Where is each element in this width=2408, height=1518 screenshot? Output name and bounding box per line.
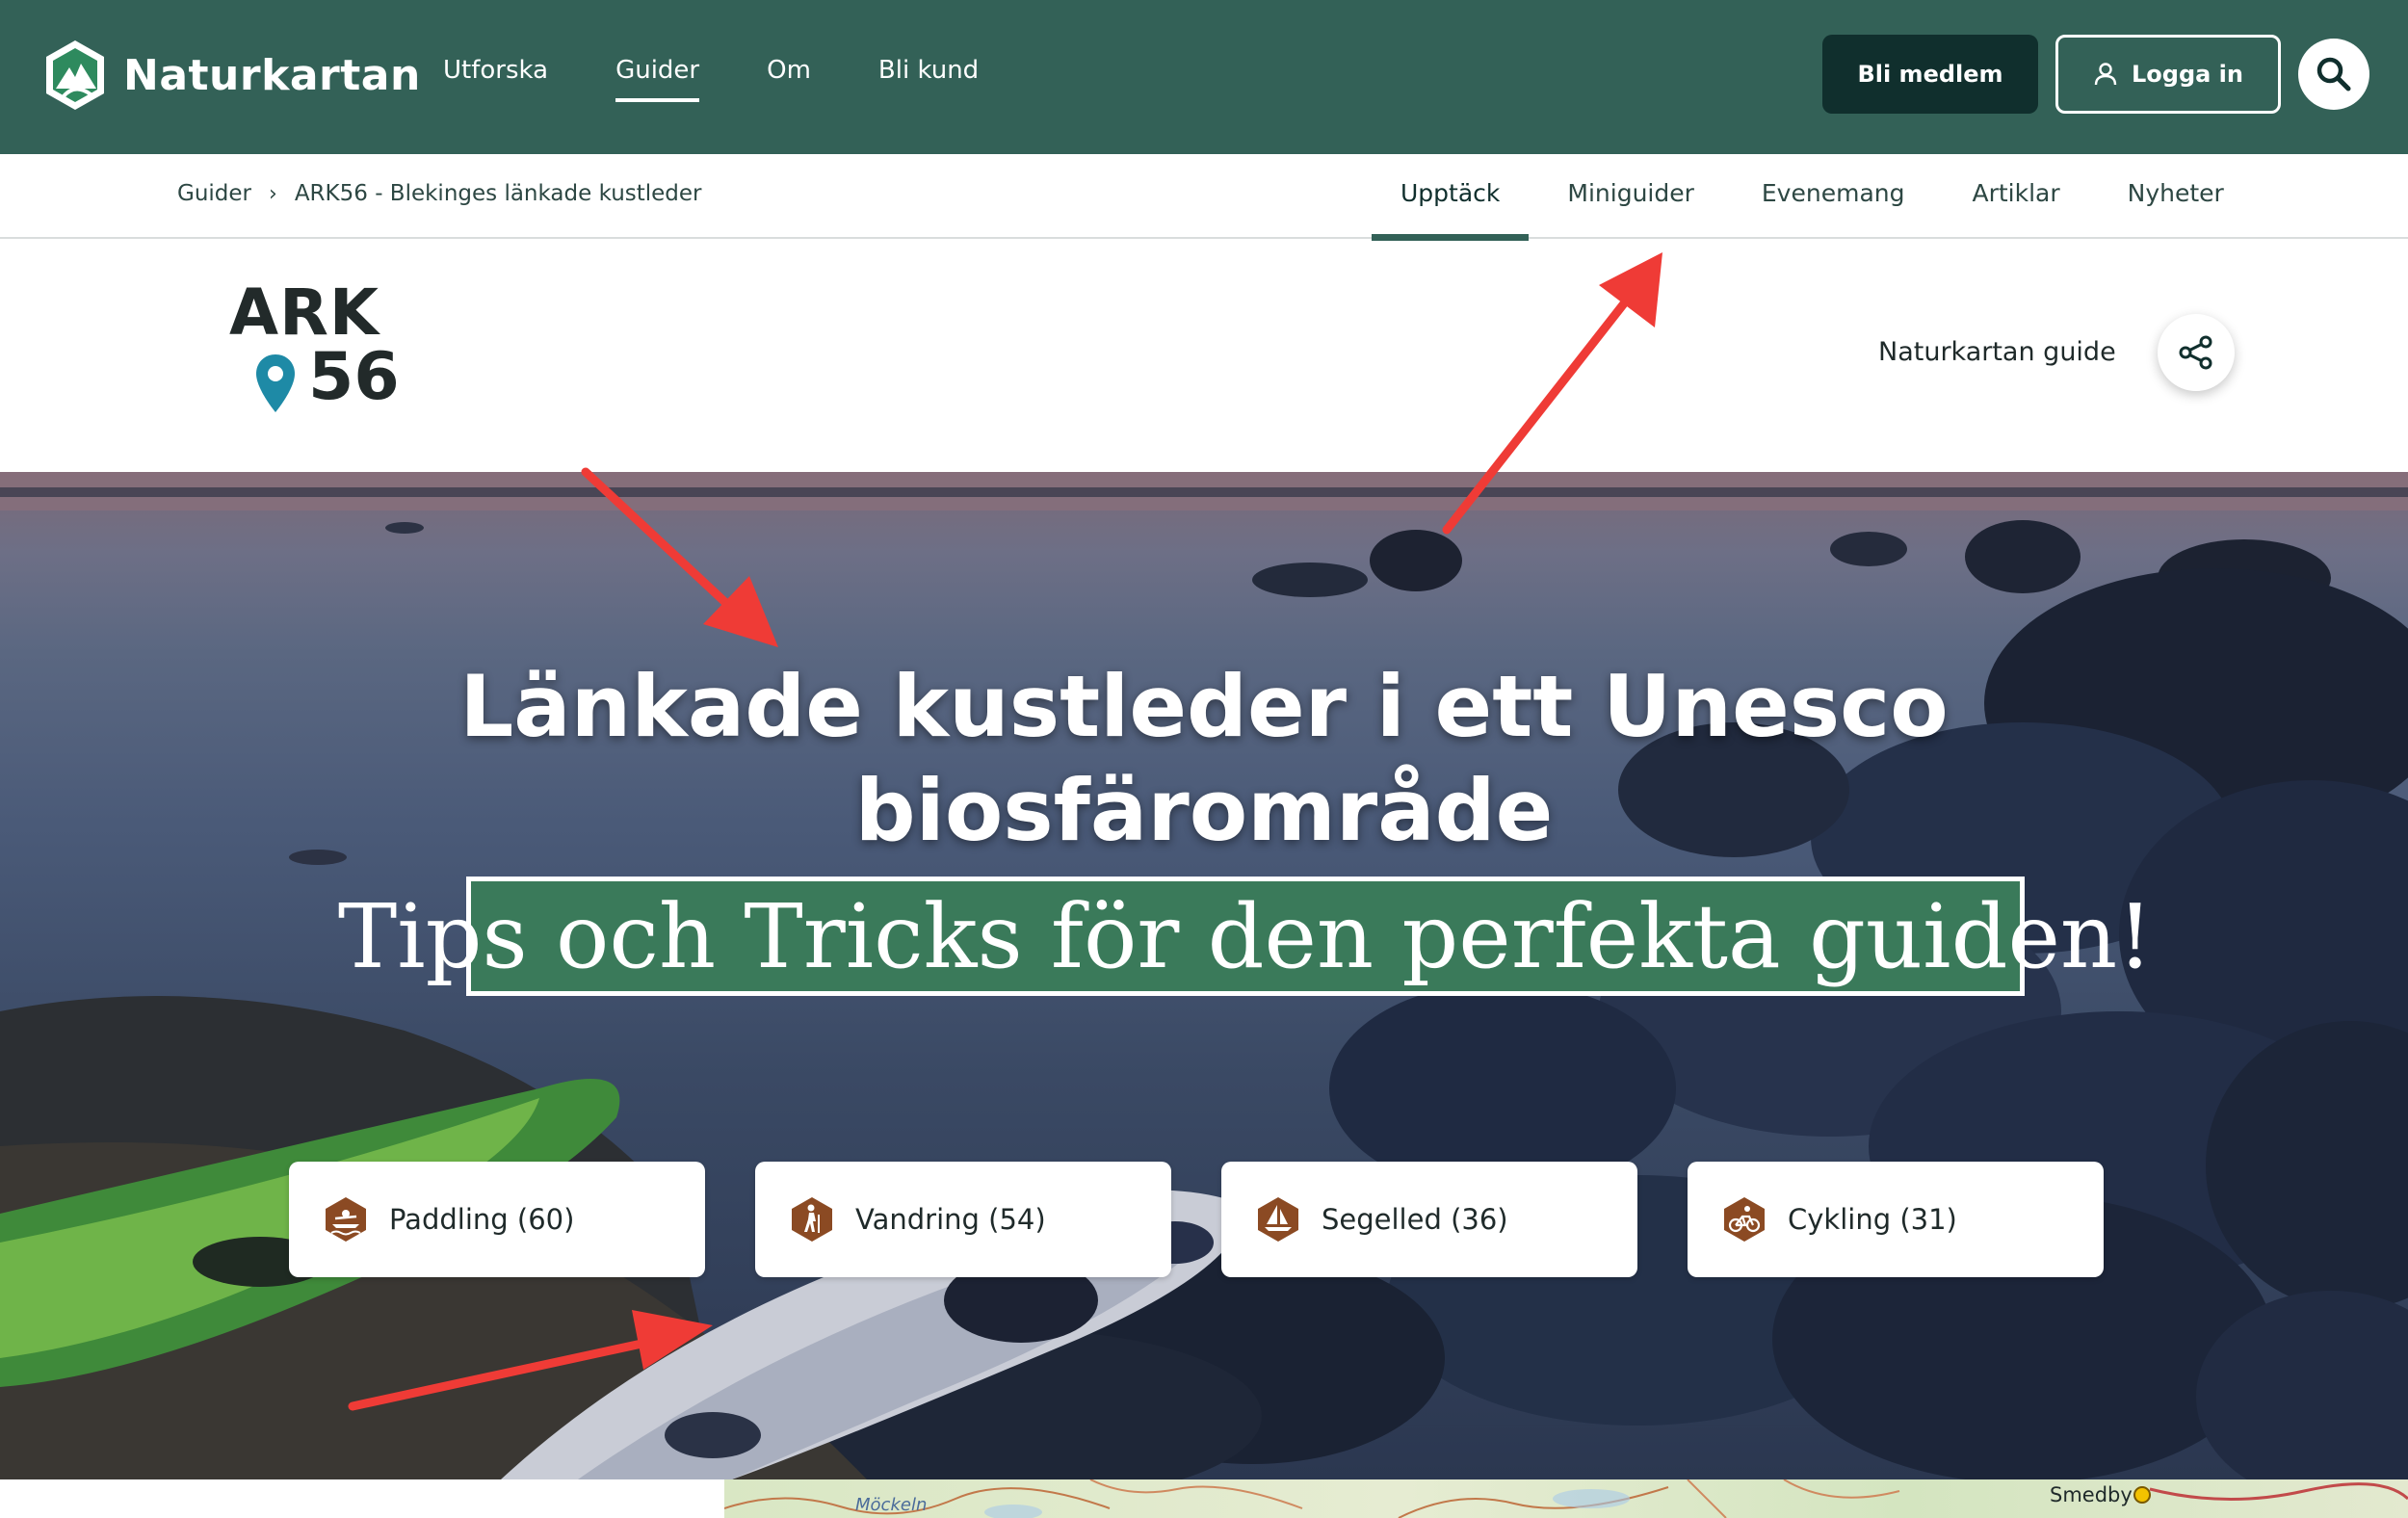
become-member-button[interactable]: Bli medlem bbox=[1822, 35, 2038, 114]
brand-logo-link[interactable]: Naturkartan bbox=[42, 39, 421, 112]
map-roads-graphic bbox=[724, 1479, 2408, 1518]
sailing-icon bbox=[1258, 1197, 1298, 1242]
tab-miniguider[interactable]: Miniguider bbox=[1538, 154, 1723, 239]
breadcrumb-item-current[interactable]: ARK56 - Blekinges länkade kustleder bbox=[295, 181, 702, 206]
activity-hiking-label: Vandring (54) bbox=[855, 1203, 1046, 1236]
activity-cycling-button[interactable]: Cykling (31) bbox=[1688, 1162, 2104, 1277]
ark56-logo-number: 56 bbox=[308, 339, 400, 415]
naturkartan-logo-icon bbox=[46, 40, 104, 110]
top-navigation-bar: Naturkartan Utforska Guider Om Bli kund … bbox=[0, 0, 2408, 154]
tips-banner: Tips och Tricks för den perfekta guiden! bbox=[338, 877, 2153, 996]
tips-banner-text: Tips och Tricks för den perfekta guiden! bbox=[337, 884, 2154, 988]
activity-sailing-label: Segelled (36) bbox=[1322, 1203, 1508, 1236]
sub-navigation-bar: Guider › ARK56 - Blekinges länkade kustl… bbox=[0, 154, 2408, 241]
hero-section: Länkade kustleder i ett Unesco biosfärom… bbox=[0, 472, 2408, 1479]
breadcrumb: Guider › ARK56 - Blekinges länkade kustl… bbox=[177, 181, 702, 206]
login-button-label: Logga in bbox=[2131, 61, 2243, 88]
nav-item-bli-kund[interactable]: Bli kund bbox=[878, 56, 979, 102]
search-button[interactable] bbox=[2298, 39, 2369, 110]
hiking-icon bbox=[792, 1197, 832, 1242]
tab-upptack[interactable]: Upptäck bbox=[1372, 154, 1530, 241]
activity-paddling-label: Paddling (60) bbox=[389, 1203, 575, 1236]
tab-artiklar[interactable]: Artiklar bbox=[1943, 154, 2088, 239]
activity-cycling-label: Cykling (31) bbox=[1788, 1203, 1957, 1236]
map-label-mockeln: Möckeln bbox=[855, 1495, 928, 1515]
ark56-logo[interactable]: ARK 56 bbox=[227, 275, 401, 420]
nav-item-guider[interactable]: Guider bbox=[615, 56, 700, 102]
login-button[interactable]: Logga in bbox=[2055, 35, 2281, 114]
map-label-smedby: Smedby bbox=[2050, 1483, 2133, 1506]
naturkartan-guide-label: Naturkartan guide bbox=[1878, 337, 2116, 367]
main-nav: Utforska Guider Om Bli kund bbox=[443, 56, 1046, 102]
brand-name: Naturkartan bbox=[123, 50, 421, 100]
breadcrumb-item-guider[interactable]: Guider bbox=[177, 181, 251, 206]
share-button[interactable] bbox=[2158, 314, 2235, 391]
activity-hiking-button[interactable]: Vandring (54) bbox=[755, 1162, 1171, 1277]
hero-title-line-1: Länkade kustleder i ett Unesco bbox=[459, 657, 1949, 756]
chevron-right-icon: › bbox=[269, 181, 277, 206]
tab-nyheter[interactable]: Nyheter bbox=[2099, 154, 2253, 239]
hero-title: Länkade kustleder i ett Unesco biosfärom… bbox=[0, 655, 2408, 863]
paddling-icon bbox=[326, 1197, 366, 1242]
location-pin-icon bbox=[256, 354, 295, 412]
search-icon bbox=[2316, 57, 2351, 92]
tab-evenemang[interactable]: Evenemang bbox=[1733, 154, 1934, 239]
cycling-icon bbox=[1724, 1197, 1765, 1242]
activity-paddling-button[interactable]: Paddling (60) bbox=[289, 1162, 705, 1277]
guide-tabs: Upptäck Miniguider Evenemang Artiklar Ny… bbox=[1372, 154, 2263, 241]
map-preview[interactable]: Möckeln Smedby bbox=[724, 1479, 2408, 1518]
activity-sailing-button[interactable]: Segelled (36) bbox=[1221, 1162, 1637, 1277]
nav-item-utforska[interactable]: Utforska bbox=[443, 56, 548, 102]
share-icon bbox=[2179, 335, 2212, 370]
hero-title-line-2: biosfärområde bbox=[854, 761, 1554, 860]
nav-item-om[interactable]: Om bbox=[767, 56, 811, 102]
user-icon bbox=[2094, 63, 2117, 86]
